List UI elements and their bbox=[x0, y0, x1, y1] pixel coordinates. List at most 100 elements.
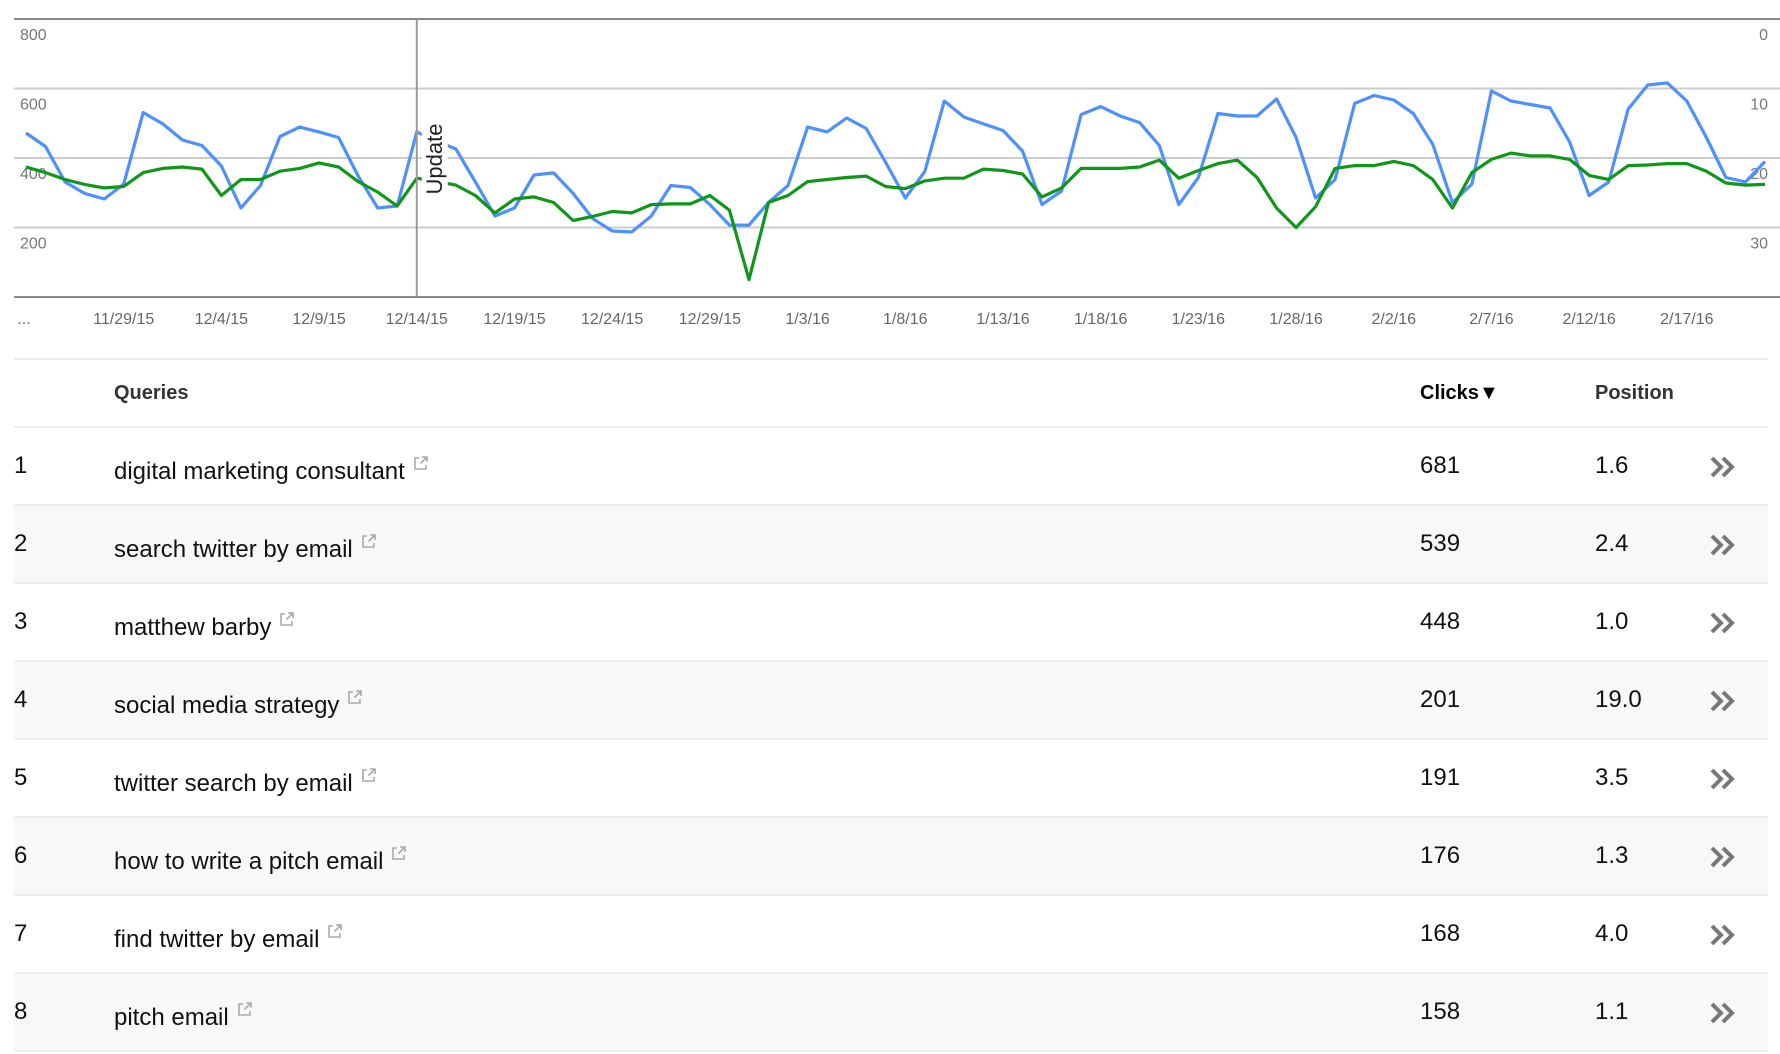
right-axis-tick-label: 10 bbox=[1750, 97, 1768, 114]
double-chevron-right-icon[interactable] bbox=[1708, 920, 1740, 950]
row-query[interactable]: matthew barby bbox=[114, 611, 295, 642]
x-axis-tick-label: 2/12/16 bbox=[1562, 311, 1615, 328]
external-link-icon[interactable] bbox=[391, 845, 407, 861]
table-header: Queries Clicks▼ Position bbox=[14, 358, 1768, 428]
row-query[interactable]: how to write a pitch email bbox=[114, 845, 407, 876]
row-rank: 5 bbox=[14, 764, 28, 791]
row-clicks: 191 bbox=[1420, 764, 1461, 791]
x-axis-tick-label: 1/23/16 bbox=[1172, 311, 1225, 328]
row-clicks: 448 bbox=[1420, 608, 1461, 635]
double-chevron-right-icon[interactable] bbox=[1708, 998, 1740, 1028]
external-link-icon[interactable] bbox=[237, 1001, 253, 1017]
row-clicks: 168 bbox=[1420, 920, 1461, 947]
row-position: 4.0 bbox=[1595, 920, 1629, 947]
external-link-icon[interactable] bbox=[413, 455, 429, 471]
double-chevron-right-icon[interactable] bbox=[1708, 686, 1740, 716]
x-axis-tick-label: 1/13/16 bbox=[976, 311, 1029, 328]
table-row: 7 find twitter by email 168 4.0 bbox=[14, 896, 1768, 974]
x-axis: ... 11/29/15 12/4/15 12/9/15 12/14/15 12/19/1… bbox=[17, 311, 1713, 328]
row-rank: 3 bbox=[14, 608, 28, 635]
right-axis: 0102030 bbox=[1750, 27, 1768, 253]
external-link-icon[interactable] bbox=[361, 767, 377, 783]
row-clicks: 539 bbox=[1420, 530, 1461, 557]
left-axis-tick-label: 200 bbox=[20, 236, 47, 253]
row-position: 2.4 bbox=[1595, 530, 1629, 557]
x-axis-overflow-label: ... bbox=[17, 311, 30, 328]
query-text[interactable]: matthew barby bbox=[114, 614, 271, 641]
table-row: 5 twitter search by email 191 3.5 bbox=[14, 740, 1768, 818]
double-chevron-right-icon[interactable] bbox=[1708, 530, 1740, 560]
row-position: 3.5 bbox=[1595, 764, 1629, 791]
row-clicks: 158 bbox=[1420, 998, 1461, 1025]
external-link-icon[interactable] bbox=[279, 611, 295, 627]
x-axis-tick-label: 2/17/16 bbox=[1660, 311, 1713, 328]
table-row: 6 how to write a pitch email 176 1.3 bbox=[14, 818, 1768, 896]
external-link-icon[interactable] bbox=[327, 923, 343, 939]
query-text[interactable]: find twitter by email bbox=[114, 926, 319, 953]
query-text[interactable]: social media strategy bbox=[114, 692, 339, 719]
annotation-layer: Update bbox=[415, 19, 448, 297]
series-line-position bbox=[25, 151, 1766, 282]
row-query[interactable]: pitch email bbox=[114, 1001, 253, 1032]
row-position: 1.3 bbox=[1595, 842, 1629, 869]
row-query[interactable]: twitter search by email bbox=[114, 767, 377, 798]
query-text[interactable]: pitch email bbox=[114, 1004, 229, 1031]
x-axis-tick-label: 12/29/15 bbox=[679, 311, 741, 328]
row-query[interactable]: find twitter by email bbox=[114, 923, 343, 954]
external-link-icon[interactable] bbox=[361, 533, 377, 549]
row-position: 1.1 bbox=[1595, 998, 1629, 1025]
x-axis-tick-label: 12/4/15 bbox=[195, 311, 248, 328]
double-chevron-right-icon[interactable] bbox=[1708, 608, 1740, 638]
series-layer bbox=[25, 81, 1767, 282]
row-position: 1.6 bbox=[1595, 452, 1629, 479]
query-text[interactable]: search twitter by email bbox=[114, 536, 353, 563]
query-text[interactable]: how to write a pitch email bbox=[114, 848, 383, 875]
row-query[interactable]: social media strategy bbox=[114, 689, 363, 720]
row-clicks: 201 bbox=[1420, 686, 1461, 713]
row-rank: 7 bbox=[14, 920, 28, 947]
row-rank: 2 bbox=[14, 530, 28, 557]
queries-column-header[interactable]: Queries bbox=[114, 382, 188, 405]
table-row: 2 search twitter by email 539 2.4 bbox=[14, 506, 1768, 584]
x-axis-tick-label: 2/7/16 bbox=[1469, 311, 1514, 328]
table-body: 1 digital marketing consultant 681 1.6 2… bbox=[14, 428, 1768, 1052]
double-chevron-right-icon[interactable] bbox=[1708, 842, 1740, 872]
row-rank: 1 bbox=[14, 452, 28, 479]
sort-descending-icon: ▼ bbox=[1478, 382, 1499, 404]
x-axis-tick-label: 2/2/16 bbox=[1372, 311, 1417, 328]
right-axis-tick-label: 0 bbox=[1759, 27, 1768, 44]
clicks-column-header[interactable]: Clicks▼ bbox=[1420, 382, 1499, 405]
queries-table: Queries Clicks▼ Position 1 digital marke… bbox=[14, 358, 1768, 1052]
table-row: 8 pitch email 158 1.1 bbox=[14, 974, 1768, 1052]
grid-layer bbox=[14, 18, 1780, 298]
table-row: 4 social media strategy 201 19.0 bbox=[14, 662, 1768, 740]
annotation-label: Update bbox=[422, 124, 447, 195]
row-position: 19.0 bbox=[1595, 686, 1642, 713]
x-axis-tick-label: 1/8/16 bbox=[883, 311, 928, 328]
table-row: 1 digital marketing consultant 681 1.6 bbox=[14, 428, 1768, 506]
external-link-icon[interactable] bbox=[347, 689, 363, 705]
clicks-header-label: Clicks bbox=[1420, 382, 1479, 404]
x-axis-tick-label: 1/3/16 bbox=[785, 311, 830, 328]
query-text[interactable]: twitter search by email bbox=[114, 770, 353, 797]
row-query[interactable]: search twitter by email bbox=[114, 533, 377, 564]
x-axis-tick-label: 1/18/16 bbox=[1074, 311, 1127, 328]
left-axis-tick-label: 800 bbox=[20, 27, 47, 44]
x-axis-tick-label: 12/24/15 bbox=[581, 311, 643, 328]
right-axis-tick-label: 30 bbox=[1750, 236, 1768, 253]
row-rank: 6 bbox=[14, 842, 28, 869]
row-rank: 4 bbox=[14, 686, 28, 713]
row-clicks: 681 bbox=[1420, 452, 1461, 479]
position-column-header[interactable]: Position bbox=[1595, 382, 1674, 405]
x-axis-tick-label: 1/28/16 bbox=[1269, 311, 1322, 328]
query-text[interactable]: digital marketing consultant bbox=[114, 458, 405, 485]
performance-chart: 800600400200 0102030 Update ... 11/29/15 1… bbox=[14, 18, 1780, 328]
double-chevron-right-icon[interactable] bbox=[1708, 764, 1740, 794]
row-query[interactable]: digital marketing consultant bbox=[114, 455, 429, 486]
double-chevron-right-icon[interactable] bbox=[1708, 452, 1740, 482]
left-axis-tick-label: 600 bbox=[20, 97, 47, 114]
x-axis-tick-label: 12/14/15 bbox=[386, 311, 448, 328]
row-clicks: 176 bbox=[1420, 842, 1461, 869]
x-axis-tick-label: 12/19/15 bbox=[483, 311, 545, 328]
table-row: 3 matthew barby 448 1.0 bbox=[14, 584, 1768, 662]
